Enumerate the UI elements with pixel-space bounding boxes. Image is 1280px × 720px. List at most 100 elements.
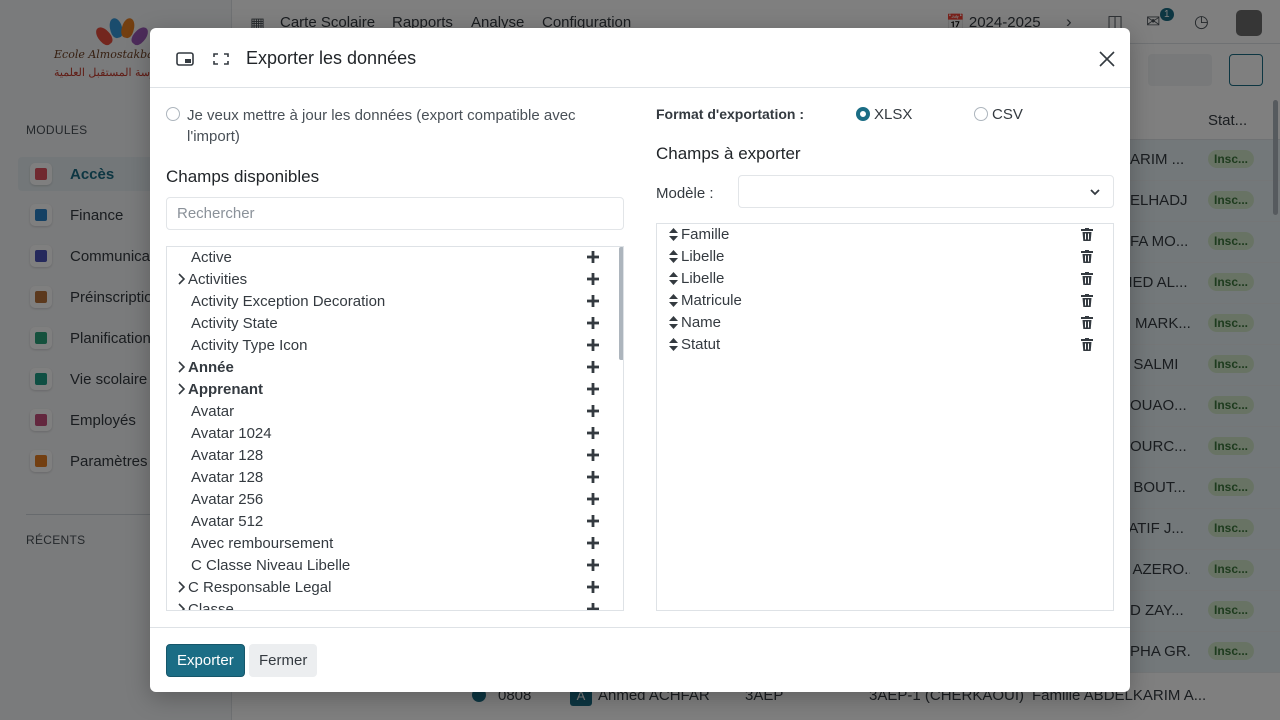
drag-sort-icon[interactable] xyxy=(669,316,678,329)
available-field-item[interactable]: Avatar 1024 xyxy=(167,423,619,445)
available-field-label: C Classe Niveau Libelle xyxy=(191,557,351,574)
chevron-right-icon[interactable] xyxy=(177,361,186,373)
available-field-label: Activity State xyxy=(191,315,278,332)
chevron-right-icon[interactable] xyxy=(177,273,186,285)
add-field-icon[interactable] xyxy=(586,602,600,611)
available-fields-title: Champs disponibles xyxy=(166,167,320,186)
export-field-label: Matricule xyxy=(681,292,742,309)
export-fields-list: Famille Libelle Libelle Matricule Name Statut xyxy=(656,223,1114,611)
trash-icon[interactable] xyxy=(1081,228,1093,241)
format-csv-radio[interactable] xyxy=(974,107,988,121)
available-fields-scrollbar[interactable] xyxy=(619,247,623,360)
trash-icon[interactable] xyxy=(1081,294,1093,307)
chevron-right-icon[interactable] xyxy=(177,581,186,593)
compat-import-radio[interactable] xyxy=(166,107,180,121)
dialog-footer: Exporter Fermer xyxy=(150,627,1130,692)
format-csv-label: CSV xyxy=(992,106,1023,123)
available-field-label: Apprenant xyxy=(188,381,263,398)
expand-dialog-button[interactable] xyxy=(210,48,232,70)
search-input[interactable] xyxy=(166,197,624,230)
available-field-label: Avatar 128 xyxy=(191,469,264,486)
available-field-item[interactable]: Classe xyxy=(167,599,619,611)
add-field-icon[interactable] xyxy=(586,338,600,352)
export-field-label: Libelle xyxy=(681,270,725,287)
available-field-label: Active xyxy=(191,249,232,266)
export-field-item[interactable]: Name xyxy=(657,312,1113,334)
expand-icon xyxy=(213,53,229,65)
export-button[interactable]: Exporter xyxy=(166,644,245,677)
trash-icon[interactable] xyxy=(1081,272,1093,285)
available-field-item[interactable]: Activities xyxy=(167,269,619,291)
add-field-icon[interactable] xyxy=(586,514,600,528)
available-field-label: Activity Type Icon xyxy=(191,337,308,354)
close-dialog-button[interactable] xyxy=(1094,46,1120,72)
available-field-item[interactable]: Avatar 512 xyxy=(167,511,619,533)
trash-icon[interactable] xyxy=(1081,338,1093,351)
drag-sort-icon[interactable] xyxy=(669,338,678,351)
available-field-label: Activity Exception Decoration xyxy=(191,293,386,310)
export-field-label: Name xyxy=(681,314,722,331)
available-field-label: Avatar 512 xyxy=(191,513,264,530)
available-field-item[interactable]: Avatar 128 xyxy=(167,445,619,467)
drag-sort-icon[interactable] xyxy=(669,250,678,263)
add-field-icon[interactable] xyxy=(586,492,600,506)
available-field-label: Avatar 256 xyxy=(191,491,264,508)
add-field-icon[interactable] xyxy=(586,580,600,594)
template-label: Modèle : xyxy=(656,185,714,202)
add-field-icon[interactable] xyxy=(586,272,600,286)
available-field-item[interactable]: Apprenant xyxy=(167,379,619,401)
available-field-item[interactable]: Activity Exception Decoration xyxy=(167,291,619,313)
available-field-item[interactable]: Activity State xyxy=(167,313,619,335)
available-field-item[interactable]: C Responsable Legal xyxy=(167,577,619,599)
add-field-icon[interactable] xyxy=(586,536,600,550)
template-select[interactable] xyxy=(738,175,1114,208)
export-field-label: Libelle xyxy=(681,248,725,265)
add-field-icon[interactable] xyxy=(586,448,600,462)
available-field-label: Avec remboursement xyxy=(191,535,334,552)
available-field-label: Classe xyxy=(188,601,234,611)
add-field-icon[interactable] xyxy=(586,404,600,418)
add-field-icon[interactable] xyxy=(586,470,600,484)
format-xlsx-label: XLSX xyxy=(874,106,913,123)
available-field-item[interactable]: C Classe Niveau Libelle xyxy=(167,555,619,577)
chevron-right-icon[interactable] xyxy=(177,603,186,611)
export-field-item[interactable]: Famille xyxy=(657,224,1113,246)
trash-icon[interactable] xyxy=(1081,316,1093,329)
add-field-icon[interactable] xyxy=(586,558,600,572)
add-field-icon[interactable] xyxy=(586,250,600,264)
available-field-item[interactable]: Avatar xyxy=(167,401,619,423)
add-field-icon[interactable] xyxy=(586,316,600,330)
available-field-item[interactable]: Année xyxy=(167,357,619,379)
export-field-item[interactable]: Statut xyxy=(657,334,1113,356)
add-field-icon[interactable] xyxy=(586,294,600,308)
format-xlsx-radio[interactable] xyxy=(856,107,870,121)
drag-sort-icon[interactable] xyxy=(669,272,678,285)
export-field-item[interactable]: Libelle xyxy=(657,268,1113,290)
add-field-icon[interactable] xyxy=(586,382,600,396)
chevron-down-icon xyxy=(1090,189,1100,196)
available-field-label: Année xyxy=(188,359,234,376)
compat-import-label: Je veux mettre à jour les données (expor… xyxy=(187,107,576,145)
drag-sort-icon[interactable] xyxy=(669,228,678,241)
available-field-label: C Responsable Legal xyxy=(188,579,332,596)
export-format-label: Format d'exportation : xyxy=(656,106,804,122)
available-field-label: Avatar 1024 xyxy=(191,425,272,442)
add-field-icon[interactable] xyxy=(586,360,600,374)
export-field-item[interactable]: Libelle xyxy=(657,246,1113,268)
available-field-item[interactable]: Avatar 128 xyxy=(167,467,619,489)
export-field-item[interactable]: Matricule xyxy=(657,290,1113,312)
available-field-label: Activities xyxy=(188,271,248,288)
available-field-item[interactable]: Active xyxy=(167,247,619,269)
available-field-item[interactable]: Avec remboursement xyxy=(167,533,619,555)
add-field-icon[interactable] xyxy=(586,426,600,440)
chevron-right-icon[interactable] xyxy=(177,383,186,395)
minimize-dialog-button[interactable] xyxy=(174,48,196,70)
close-icon xyxy=(1099,51,1115,67)
available-field-item[interactable]: Avatar 256 xyxy=(167,489,619,511)
available-field-item[interactable]: Activity Type Icon xyxy=(167,335,619,357)
close-button[interactable]: Fermer xyxy=(249,644,318,677)
available-field-label: Avatar 128 xyxy=(191,447,264,464)
drag-sort-icon[interactable] xyxy=(669,294,678,307)
trash-icon[interactable] xyxy=(1081,250,1093,263)
export-field-label: Famille xyxy=(681,226,730,243)
